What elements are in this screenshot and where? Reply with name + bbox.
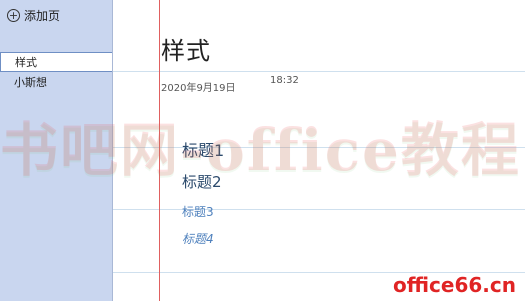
add-page-label: 添加页 bbox=[24, 8, 61, 23]
margin-line bbox=[159, 0, 160, 301]
page-item-label: 小斯想 bbox=[14, 76, 47, 89]
page-time: 18:32 bbox=[270, 75, 299, 86]
rule-line bbox=[113, 272, 525, 273]
page-tabs-pane: + 添加页 样式 小斯想 bbox=[0, 0, 113, 301]
heading-4[interactable]: 标题4 bbox=[182, 230, 214, 247]
heading-2[interactable]: 标题2 bbox=[182, 171, 222, 192]
rule-line bbox=[113, 71, 525, 72]
page-title[interactable]: 样式 bbox=[161, 31, 211, 66]
plus-circle-icon: + bbox=[7, 8, 20, 22]
page-list: 样式 小斯想 bbox=[0, 52, 112, 92]
rule-line bbox=[113, 209, 525, 210]
heading-1[interactable]: 标题1 bbox=[182, 137, 224, 161]
add-page-button[interactable]: + 添加页 bbox=[0, 0, 112, 30]
page-date: 2020年9月19日 bbox=[161, 83, 236, 94]
page-item[interactable]: 小斯想 bbox=[0, 72, 112, 92]
rule-line bbox=[113, 147, 525, 148]
page-canvas[interactable]: 样式 2020年9月19日 18:32 标题1 标题2 标题3 标题4 bbox=[113, 0, 525, 301]
page-item-selected[interactable]: 样式 bbox=[0, 52, 112, 72]
heading-3[interactable]: 标题3 bbox=[182, 203, 214, 220]
page-item-label: 样式 bbox=[15, 56, 37, 69]
